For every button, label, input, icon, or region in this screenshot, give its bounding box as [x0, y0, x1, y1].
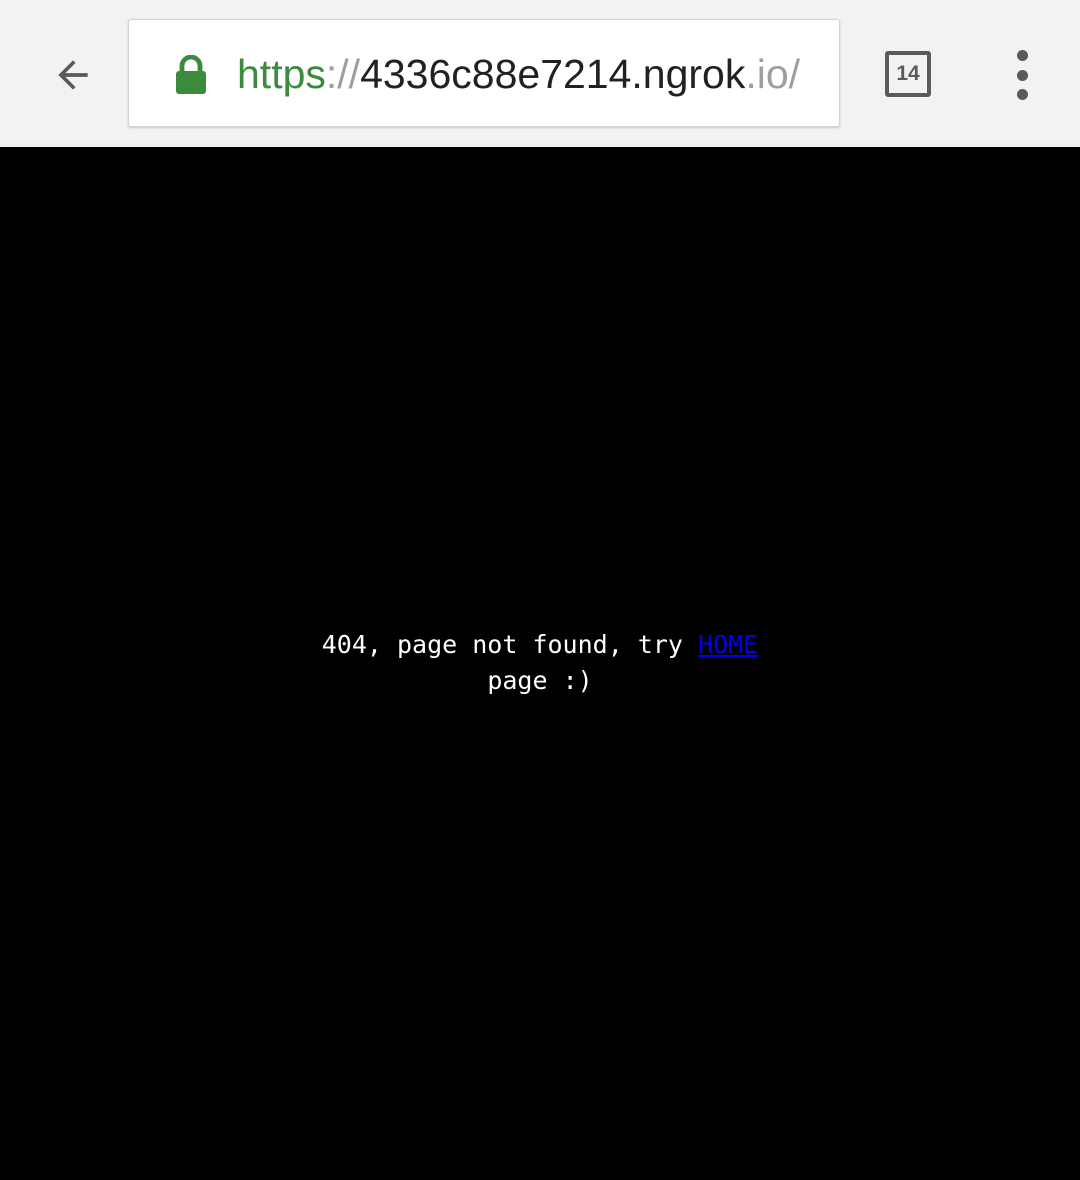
- browser-toolbar: https://4336c88e7214.ngrok.io/ 14: [0, 0, 1080, 147]
- url-separator: ://: [325, 51, 361, 97]
- url-fade: [799, 20, 839, 126]
- lock-icon: [176, 55, 206, 94]
- arrow-left-icon: [58, 60, 88, 90]
- address-bar[interactable]: https://4336c88e7214.ngrok.io/: [128, 19, 840, 127]
- error-message: 404, page not found, try HOME page :): [0, 627, 1080, 699]
- more-vert-icon[interactable]: [1000, 50, 1044, 100]
- url-path: .io/: [745, 51, 801, 97]
- back-button[interactable]: [42, 44, 104, 106]
- error-text: 404, page not found, try: [321, 630, 699, 659]
- error-message-line1: 404, page not found, try HOME: [0, 627, 1080, 663]
- tab-switcher-button[interactable]: 14: [885, 51, 931, 97]
- url-scheme: https: [237, 51, 326, 97]
- url-text: https://4336c88e7214.ngrok.io/: [237, 46, 800, 102]
- error-message-line2: page :): [487, 666, 593, 695]
- home-link[interactable]: HOME: [698, 630, 758, 659]
- menu-dot: [1016, 89, 1028, 100]
- page-content: 404, page not found, try HOME page :): [0, 147, 1080, 1180]
- url-host: 4336c88e7214.ngrok: [360, 51, 746, 97]
- menu-dot: [1016, 50, 1028, 61]
- menu-dot: [1016, 69, 1028, 81]
